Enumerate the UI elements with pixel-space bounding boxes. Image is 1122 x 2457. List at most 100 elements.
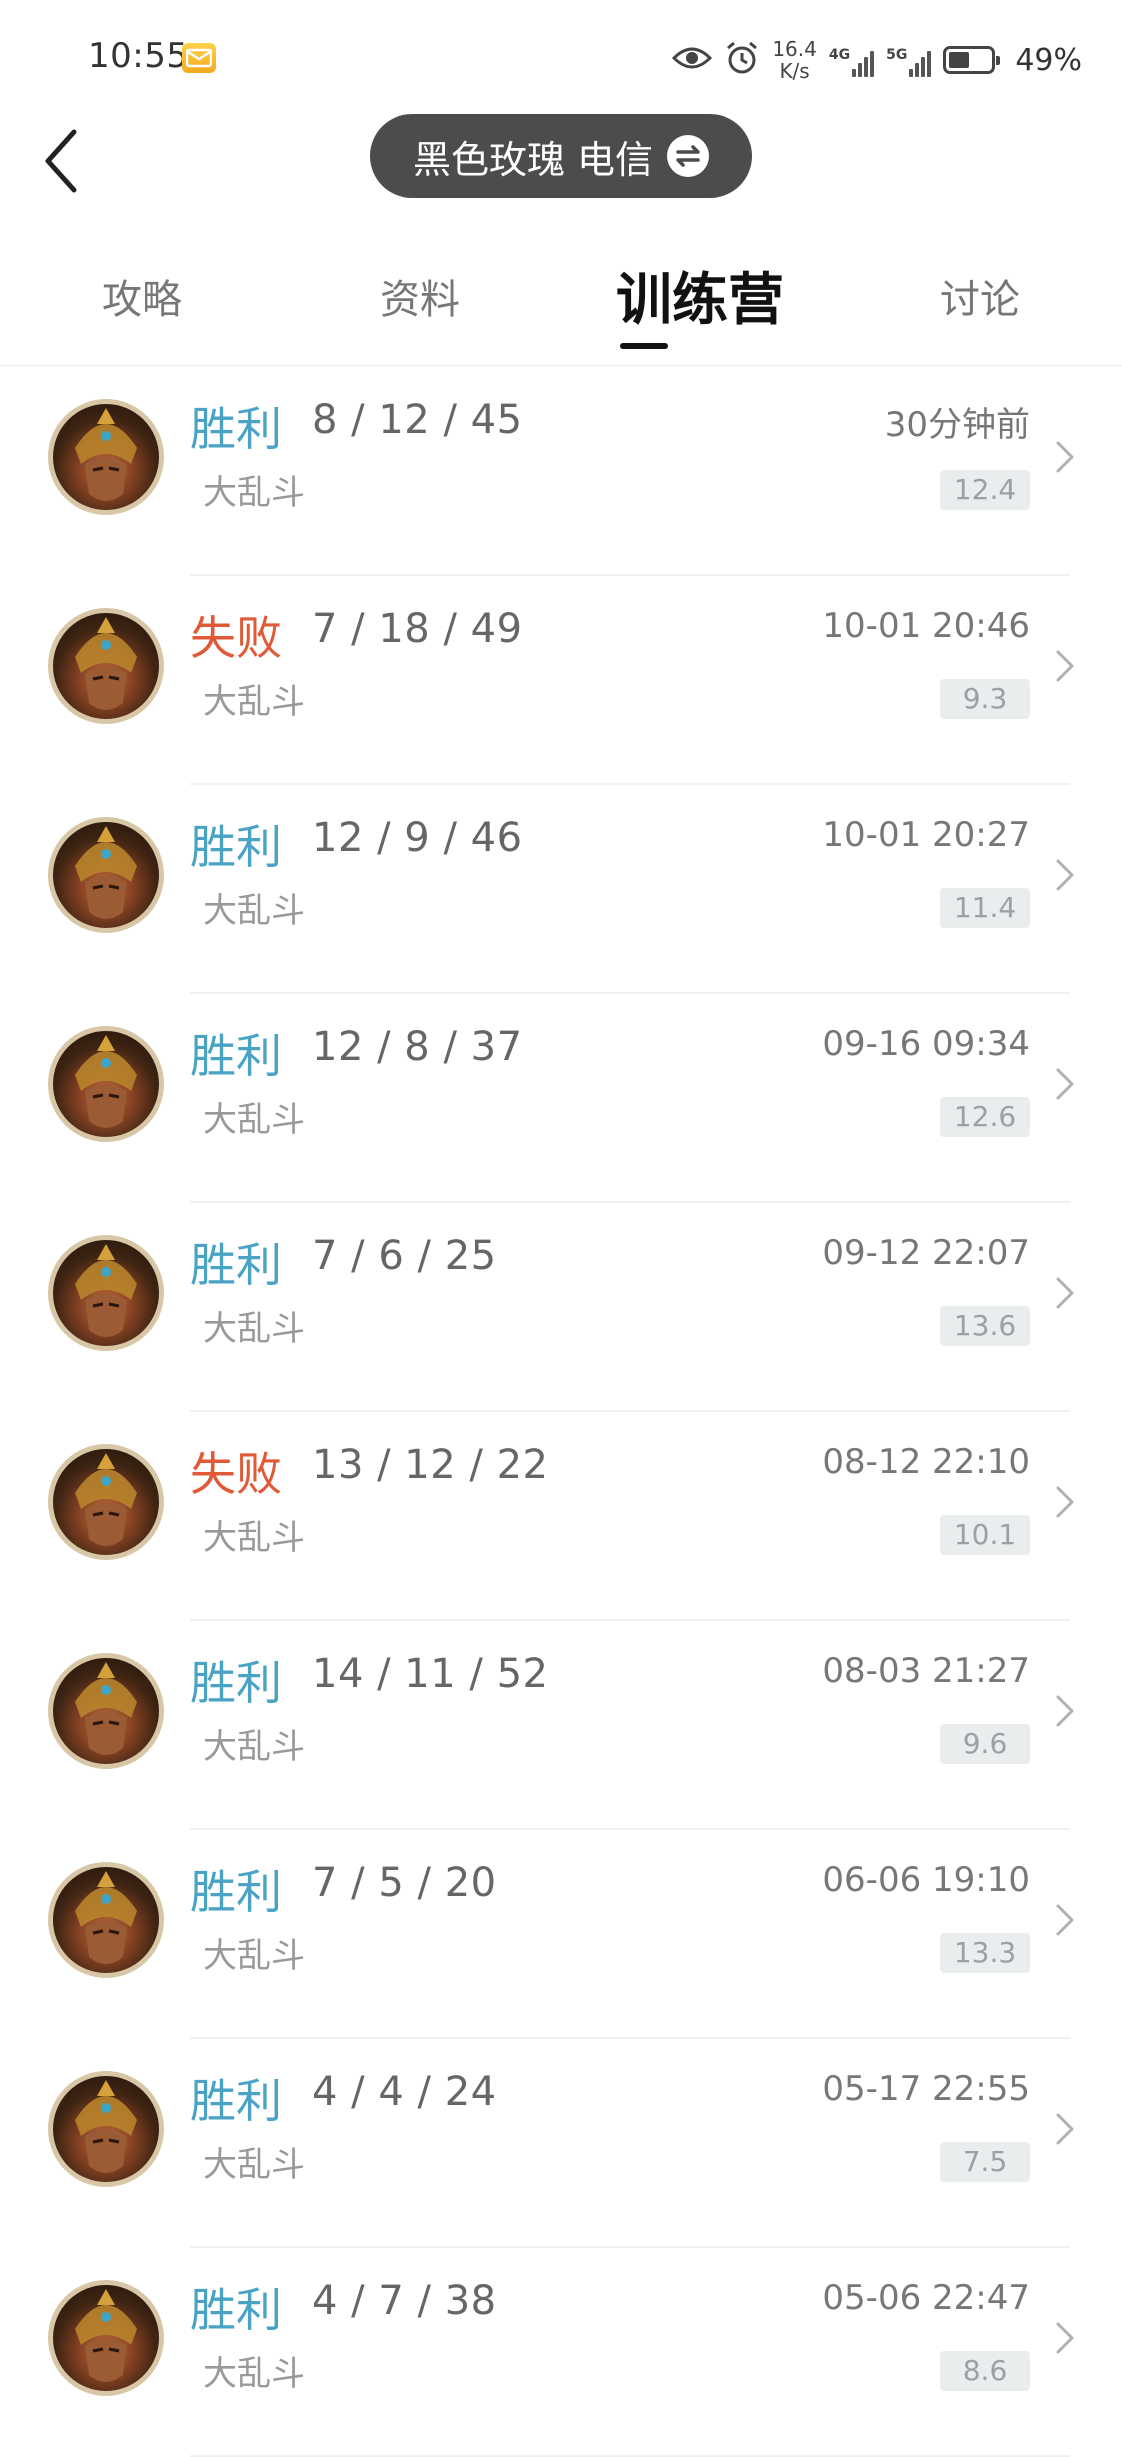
match-row[interactable]: 失败 13 / 12 / 22 大乱斗 08-12 22:10 10.1: [0, 1412, 1122, 1621]
match-row[interactable]: 胜利 8 / 12 / 45 大乱斗 30分钟前 12.4: [0, 367, 1122, 576]
score-badge: 11.4: [940, 888, 1030, 928]
match-time: 30分钟前: [884, 405, 1030, 445]
match-row[interactable]: 胜利 7 / 6 / 25 大乱斗 09-12 22:07 13.6: [0, 1203, 1122, 1412]
chevron-right-icon: [1056, 1486, 1074, 1518]
chevron-right-icon: [1056, 1695, 1074, 1727]
match-time: 05-17 22:55: [822, 2069, 1030, 2109]
match-time: 05-06 22:47: [822, 2278, 1030, 2318]
chevron-right-icon: [1056, 2113, 1074, 2145]
champion-avatar: [48, 1653, 164, 1769]
game-mode: 大乱斗: [203, 1518, 305, 1558]
swap-icon: [667, 135, 710, 177]
signal-5g-icon: 5G: [886, 43, 932, 77]
battery-icon: [943, 46, 1001, 74]
match-result: 胜利: [190, 1029, 282, 1083]
chevron-right-icon: [1056, 859, 1074, 891]
score-badge: 8.6: [940, 2351, 1030, 2391]
champion-avatar: [48, 608, 164, 724]
match-list: 胜利 8 / 12 / 45 大乱斗 30分钟前 12.4 失败 7 / 18 …: [0, 367, 1122, 2457]
status-indicators: 16.4 K/s 4G 5G 49%: [672, 30, 1082, 90]
match-kda: 4 / 4 / 24: [312, 2069, 497, 2115]
chevron-right-icon: [1056, 1904, 1074, 1936]
score-badge: 13.6: [940, 1306, 1030, 1346]
chevron-right-icon: [1056, 441, 1074, 473]
tab-bar: 攻略 资料 训练营 讨论: [0, 245, 1122, 366]
champion-avatar: [48, 1026, 164, 1142]
match-row[interactable]: 胜利 4 / 7 / 38 大乱斗 05-06 22:47 8.6: [0, 2248, 1122, 2457]
status-time: 10:55: [88, 36, 189, 76]
champion-avatar: [48, 1444, 164, 1560]
score-badge: 9.6: [940, 1724, 1030, 1764]
score-badge: 12.4: [940, 470, 1030, 510]
match-result: 胜利: [190, 2283, 282, 2337]
score-badge: 13.3: [940, 1933, 1030, 1973]
account-name: 黑色玫瑰 电信: [412, 137, 654, 182]
alarm-icon: [724, 40, 760, 80]
match-result: 胜利: [190, 1238, 282, 1292]
champion-avatar: [48, 2071, 164, 2187]
match-kda: 12 / 9 / 46: [312, 815, 523, 861]
match-time: 09-12 22:07: [822, 1233, 1030, 1273]
match-row[interactable]: 胜利 7 / 5 / 20 大乱斗 06-06 19:10 13.3: [0, 1830, 1122, 2039]
match-result: 失败: [190, 1447, 282, 1501]
match-result: 胜利: [190, 820, 282, 874]
tab-profile[interactable]: 资料: [320, 267, 520, 325]
match-kda: 13 / 12 / 22: [312, 1442, 549, 1488]
game-mode: 大乱斗: [203, 1100, 305, 1140]
match-row[interactable]: 胜利 12 / 8 / 37 大乱斗 09-16 09:34 12.6: [0, 994, 1122, 1203]
champion-avatar: [48, 1235, 164, 1351]
game-mode: 大乱斗: [203, 2354, 305, 2394]
match-kda: 7 / 5 / 20: [312, 1860, 497, 1906]
game-mode: 大乱斗: [203, 1727, 305, 1767]
signal-5g-label: 5G: [886, 47, 908, 63]
match-result: 胜利: [190, 1656, 282, 1710]
match-time: 06-06 19:10: [822, 1860, 1030, 1900]
score-badge: 9.3: [940, 679, 1030, 719]
chevron-left-icon: [45, 129, 77, 193]
match-result: 失败: [190, 611, 282, 665]
back-button[interactable]: [36, 124, 96, 198]
match-time: 08-03 21:27: [822, 1651, 1030, 1691]
game-mode: 大乱斗: [203, 1936, 305, 1976]
match-result: 胜利: [190, 402, 282, 456]
game-mode: 大乱斗: [203, 473, 305, 513]
chevron-right-icon: [1056, 1277, 1074, 1309]
tab-discussion[interactable]: 讨论: [880, 267, 1080, 325]
match-kda: 7 / 6 / 25: [312, 1233, 497, 1279]
match-kda: 7 / 18 / 49: [312, 606, 523, 652]
account-switcher[interactable]: 黑色玫瑰 电信: [370, 114, 752, 198]
score-badge: 12.6: [940, 1097, 1030, 1137]
match-time: 09-16 09:34: [822, 1024, 1030, 1064]
signal-4g-icon: 4G: [828, 43, 875, 77]
chevron-right-icon: [1056, 1068, 1074, 1100]
match-kda: 14 / 11 / 52: [312, 1651, 549, 1697]
game-mode: 大乱斗: [203, 891, 305, 931]
eye-icon: [672, 44, 713, 76]
match-time: 10-01 20:27: [822, 815, 1030, 855]
tab-guide[interactable]: 攻略: [42, 267, 242, 325]
match-kda: 8 / 12 / 45: [312, 397, 523, 443]
active-tab-indicator: [620, 343, 668, 349]
match-kda: 4 / 7 / 38: [312, 2278, 497, 2324]
match-row[interactable]: 胜利 14 / 11 / 52 大乱斗 08-03 21:27 9.6: [0, 1621, 1122, 1830]
network-speed: 16.4 K/s: [772, 38, 817, 82]
champion-avatar: [48, 817, 164, 933]
header: 黑色玫瑰 电信: [0, 110, 1122, 210]
match-row[interactable]: 胜利 4 / 4 / 24 大乱斗 05-17 22:55 7.5: [0, 2039, 1122, 2248]
mail-icon: [182, 43, 216, 73]
match-time: 10-01 20:46: [822, 606, 1030, 646]
tab-training-camp[interactable]: 训练营: [580, 255, 820, 336]
net-speed-unit: K/s: [779, 59, 810, 83]
signal-4g-label: 4G: [828, 47, 851, 63]
game-mode: 大乱斗: [203, 2145, 305, 2185]
score-badge: 7.5: [940, 2142, 1030, 2182]
match-row[interactable]: 失败 7 / 18 / 49 大乱斗 10-01 20:46 9.3: [0, 576, 1122, 785]
battery-percent: 49%: [1015, 42, 1082, 78]
chevron-right-icon: [1056, 2322, 1074, 2354]
game-mode: 大乱斗: [203, 1309, 305, 1349]
game-mode: 大乱斗: [203, 682, 305, 722]
champion-avatar: [48, 399, 164, 515]
match-row[interactable]: 胜利 12 / 9 / 46 大乱斗 10-01 20:27 11.4: [0, 785, 1122, 994]
match-result: 胜利: [190, 2074, 282, 2128]
score-badge: 10.1: [940, 1515, 1030, 1555]
